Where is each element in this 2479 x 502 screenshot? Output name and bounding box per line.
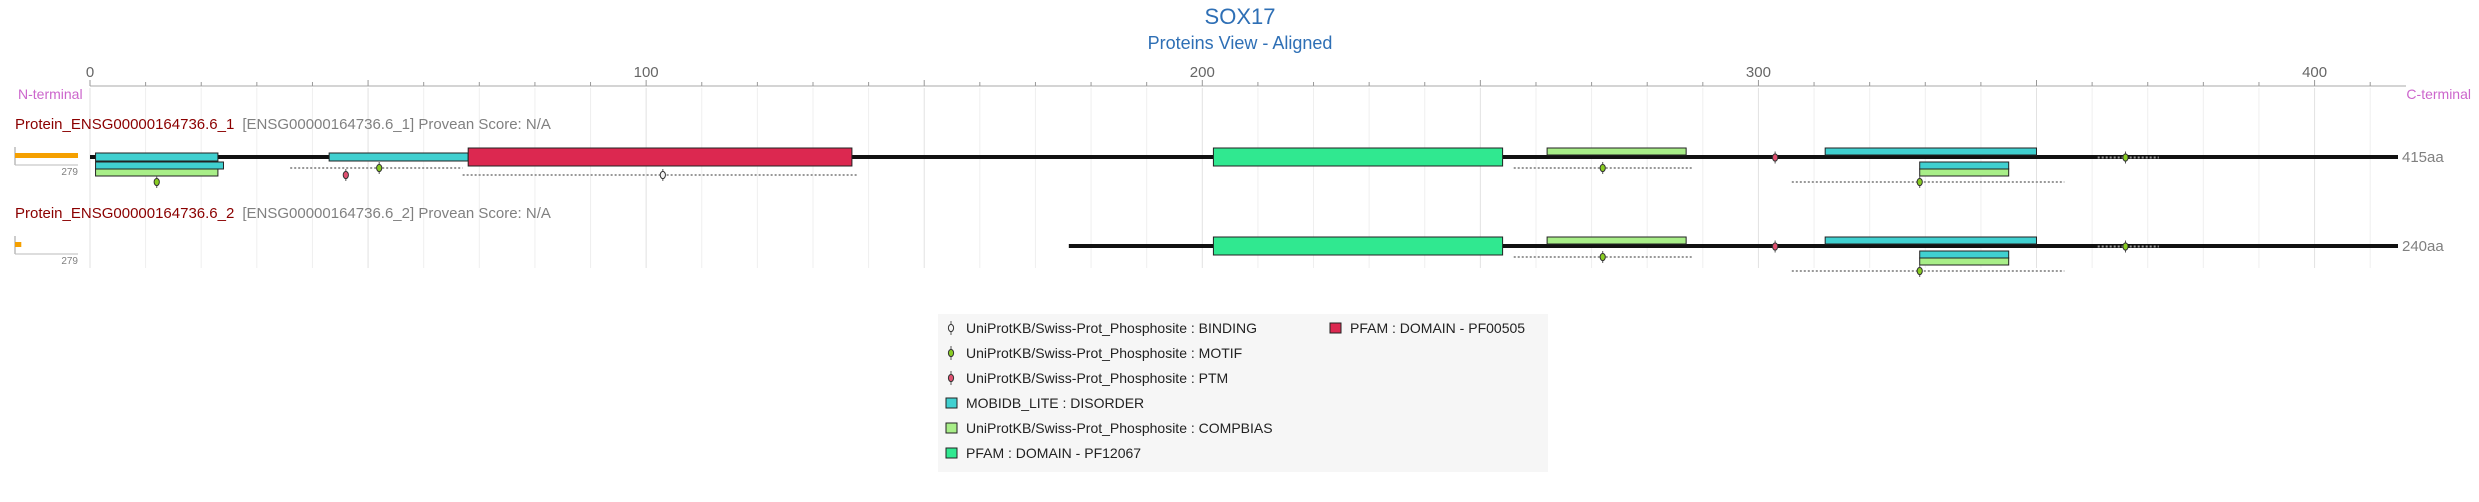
- protein-tracks: Protein_ENSG00000164736.6_1 [ENSG00000164…: [14, 116, 2444, 277]
- protein-name: Protein_ENSG00000164736.6_1: [15, 116, 234, 133]
- disorder-domain: [1824, 236, 2038, 245]
- legend-swatch-pf00505: [1329, 322, 1342, 334]
- protein-info: [ENSG00000164736.6_2] Provean Score: N/A: [242, 205, 551, 222]
- legend-swatch-binding: [947, 323, 955, 333]
- legend: UniProtKB/Swiss-Prot_Phosphosite : BINDI…: [938, 314, 1548, 472]
- score-bar: [15, 242, 22, 247]
- motif-site: [1916, 177, 1923, 187]
- compbias-domain: [1919, 168, 2010, 177]
- binding-site: [659, 170, 666, 180]
- pf00505-domain: [467, 147, 853, 167]
- protein-info: [ENSG00000164736.6_1] Provean Score: N/A: [242, 116, 551, 133]
- motif-site: [2122, 242, 2129, 251]
- legend-label: UniProtKB/Swiss-Prot_Phosphosite : MOTIF: [966, 345, 1242, 361]
- motif-site: [2122, 153, 2129, 162]
- disorder-domain: [1824, 147, 2038, 156]
- protein-length: 240aa: [2402, 238, 2444, 255]
- legend-swatch-pf12067: [945, 447, 958, 459]
- motif-site: [1916, 266, 1923, 276]
- protein-length: 415aa: [2402, 149, 2444, 166]
- compbias-domain: [1919, 257, 2010, 266]
- tick-label: 400: [2302, 64, 2327, 81]
- disorder-domain: [95, 152, 219, 162]
- ptm-site: [342, 170, 349, 180]
- score-bar: [15, 153, 78, 158]
- legend-swatch-compbias: [945, 422, 958, 434]
- motif-site: [1599, 163, 1606, 173]
- legend-swatch-ptm: [947, 373, 955, 383]
- protein-name: Protein_ENSG00000164736.6_2: [15, 205, 234, 222]
- motif-site: [376, 163, 383, 173]
- legend-label: UniProtKB/Swiss-Prot_Phosphosite : COMPB…: [966, 420, 1273, 436]
- n-terminal-label: N-terminal: [18, 86, 83, 102]
- compbias-domain: [1546, 147, 1687, 156]
- pf12067-domain: [1212, 236, 1504, 256]
- position-axis: 0 100 200 300 400: [86, 64, 2406, 87]
- tick-label: 100: [634, 64, 659, 81]
- compbias-domain: [95, 168, 219, 177]
- legend-label: PFAM : DOMAIN - PF12067: [966, 445, 1141, 461]
- disorder-domain: [95, 161, 224, 170]
- motif-site: [153, 177, 160, 187]
- legend-label: UniProtKB/Swiss-Prot_Phosphosite : PTM: [966, 370, 1228, 386]
- tick-label: 0: [86, 64, 94, 81]
- legend-label: PFAM : DOMAIN - PF00505: [1350, 320, 1525, 336]
- protein-view-diagram: SOX17 Proteins View - Aligned N-terminal…: [14, 4, 2471, 472]
- legend-swatch-disorder: [945, 397, 958, 409]
- score-label: 279: [61, 167, 78, 178]
- legend-label: MOBIDB_LITE : DISORDER: [966, 395, 1144, 411]
- legend-label: UniProtKB/Swiss-Prot_Phosphosite : BINDI…: [966, 320, 1257, 336]
- protein-track: Protein_ENSG00000164736.6_2 [ENSG00000164…: [14, 205, 2444, 277]
- disorder-domain: [328, 152, 469, 162]
- disorder-domain: [1919, 161, 2010, 170]
- page-subtitle: Proteins View - Aligned: [1148, 33, 1333, 53]
- c-terminal-label: C-terminal: [2406, 86, 2471, 102]
- ptm-site: [1772, 153, 1779, 162]
- tick-label: 200: [1190, 64, 1215, 81]
- pf12067-domain: [1212, 147, 1504, 167]
- compbias-domain: [1546, 236, 1687, 245]
- motif-site: [1599, 252, 1606, 262]
- protein-track: Protein_ENSG00000164736.6_1 [ENSG00000164…: [14, 116, 2444, 188]
- disorder-domain: [1919, 250, 2010, 259]
- score-label: 279: [61, 256, 78, 267]
- tick-label: 300: [1746, 64, 1771, 81]
- page-title: SOX17: [1205, 4, 1276, 29]
- legend-swatch-motif: [947, 348, 955, 358]
- ptm-site: [1772, 242, 1779, 251]
